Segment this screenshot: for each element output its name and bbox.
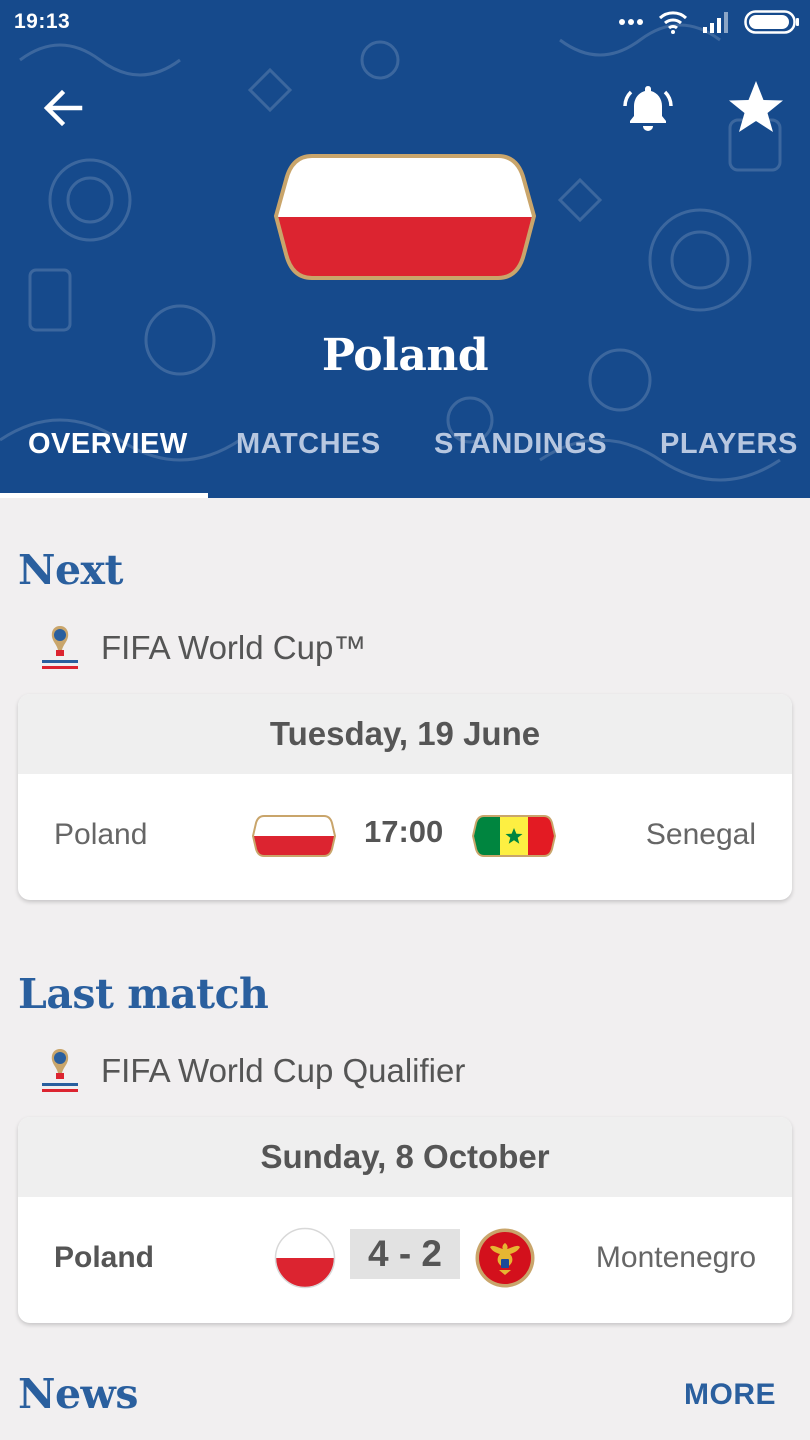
match-date: Sunday, 8 October [18,1117,792,1197]
wifi-icon [658,11,688,34]
world-cup-logo-icon [42,1049,78,1092]
tab-matches[interactable]: MATCHES [236,428,381,461]
favorite-button[interactable] [724,76,788,140]
poland-flag-icon [274,1227,336,1289]
battery-icon [744,10,799,34]
status-bar: 19:13 [0,0,810,46]
tab-bar: OVERVIEW MATCHES STANDINGS PLAYERS [0,420,810,498]
last-match-section-title: Last match [18,970,269,1018]
notification-bell-icon [623,86,673,131]
away-team-name: Montenegro [595,1241,756,1274]
match-date: Tuesday, 19 June [18,694,792,774]
poland-flag-icon [252,815,336,857]
signal-icon [703,12,728,33]
kickoff-time: 17:00 [364,814,444,849]
news-section-title: News [18,1370,138,1418]
competition-name: FIFA World Cup™ [101,629,367,666]
team-name: Poland [321,330,489,381]
team-header: 19:13 Poland OVERVIEW MATCHES STANDINGS … [0,0,810,498]
world-cup-logo-icon [42,626,78,669]
back-arrow-icon [43,89,83,127]
home-team-name: Poland [54,1241,155,1274]
notifications-button[interactable] [618,78,678,138]
away-team-name: Senegal [645,818,756,851]
tab-standings[interactable]: STANDINGS [434,428,607,461]
match-row: Poland 17:00 Senegal [18,774,792,900]
team-flag-poland [273,154,537,280]
tab-players[interactable]: PLAYERS [660,428,798,461]
senegal-flag-icon [472,815,556,857]
back-button[interactable] [36,80,92,136]
home-team-name: Poland [54,818,148,851]
competition-name: FIFA World Cup Qualifier [101,1052,466,1089]
favorite-star-icon [729,81,783,132]
final-score: 4 - 2 [350,1229,460,1279]
next-match-card[interactable]: Tuesday, 19 June Poland 17:00 Senegal [18,694,792,900]
next-section-title: Next [18,546,123,594]
match-row: Poland 4 - 2 Montenegro [18,1197,792,1323]
active-tab-indicator [0,493,208,498]
status-icons [618,10,800,34]
last-match-competition[interactable]: FIFA World Cup Qualifier [36,1047,465,1095]
news-more-link[interactable]: MORE [684,1378,776,1412]
montenegro-flag-icon [475,1228,535,1288]
last-match-card[interactable]: Sunday, 8 October Poland 4 - 2 Montenegr… [18,1117,792,1323]
more-dots-icon [619,19,643,25]
next-competition[interactable]: FIFA World Cup™ [36,624,366,672]
status-time: 19:13 [14,10,71,33]
tab-overview[interactable]: OVERVIEW [28,428,188,461]
